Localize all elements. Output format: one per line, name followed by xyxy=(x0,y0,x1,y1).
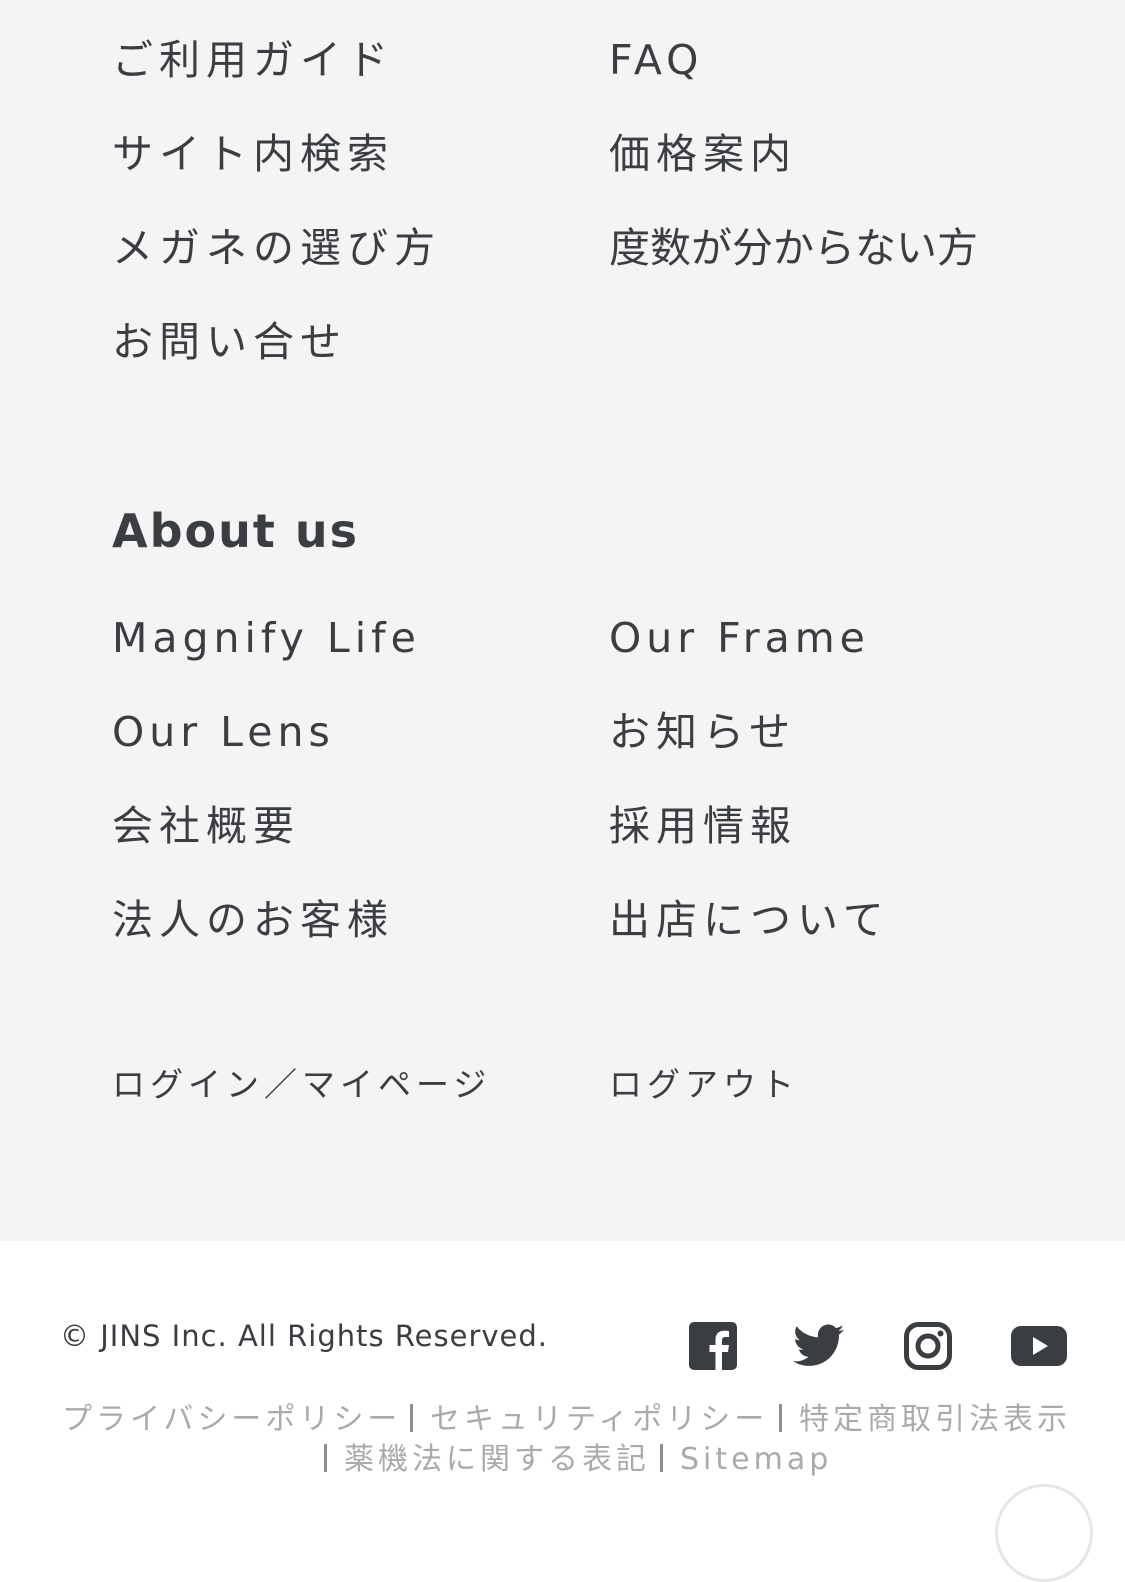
link-sitemap[interactable]: Sitemap xyxy=(680,1445,832,1475)
link-guide[interactable]: ご利用ガイド xyxy=(112,40,394,81)
link-security-policy[interactable]: セキュリティポリシー xyxy=(430,1405,768,1435)
link-magnify-life[interactable]: Magnify Life xyxy=(112,618,421,659)
link-privacy-policy[interactable]: プライバシーポリシー xyxy=(62,1405,401,1435)
separator xyxy=(660,1444,663,1472)
link-recruit[interactable]: 採用情報 xyxy=(609,806,797,847)
login-mypage-link[interactable]: ログイン／マイページ xyxy=(112,1068,491,1101)
about-heading: About us xyxy=(112,504,360,558)
separator xyxy=(410,1404,413,1432)
twitter-icon[interactable] xyxy=(791,1318,847,1374)
facebook-icon[interactable] xyxy=(685,1318,741,1374)
page-top-button[interactable] xyxy=(995,1484,1093,1582)
link-corporate[interactable]: 法人のお客様 xyxy=(112,900,394,941)
separator xyxy=(324,1444,327,1472)
separator xyxy=(779,1404,782,1432)
link-contact[interactable]: お問い合せ xyxy=(112,322,347,363)
link-site-search[interactable]: サイト内検索 xyxy=(112,134,394,175)
link-price-guide[interactable]: 価格案内 xyxy=(609,134,797,175)
link-commerce-law[interactable]: 特定商取引法表示 xyxy=(799,1405,1071,1435)
link-unknown-power[interactable]: 度数が分からない方 xyxy=(609,228,978,269)
link-news[interactable]: お知らせ xyxy=(609,712,796,753)
youtube-icon[interactable] xyxy=(1009,1318,1069,1374)
instagram-icon[interactable] xyxy=(900,1318,956,1374)
copyright-text: © JINS Inc. All Rights Reserved. xyxy=(60,1319,549,1353)
link-pharma-law[interactable]: 薬機法に関する表記 xyxy=(344,1445,650,1475)
link-company[interactable]: 会社概要 xyxy=(112,806,300,847)
link-our-frame[interactable]: Our Frame xyxy=(609,618,870,659)
logout-link[interactable]: ログアウト xyxy=(609,1068,799,1101)
link-our-lens[interactable]: Our Lens xyxy=(112,712,335,753)
link-faq[interactable]: FAQ xyxy=(609,40,703,81)
link-store-opening[interactable]: 出店について xyxy=(609,900,890,941)
link-how-to-choose[interactable]: メガネの選び方 xyxy=(112,228,441,269)
